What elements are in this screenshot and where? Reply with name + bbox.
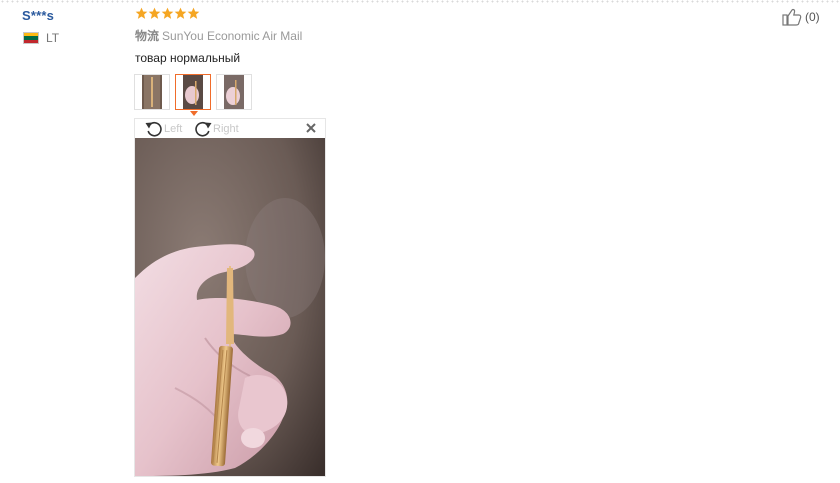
star-icon [161, 7, 174, 19]
star-rating [135, 7, 200, 20]
helpful-button[interactable]: (0) [782, 8, 820, 26]
thumbs-up-icon [782, 8, 802, 26]
logistics-value: SunYou Economic Air Mail [162, 29, 303, 43]
photo-thumbnail-image [142, 75, 162, 109]
rotate-left-button[interactable]: Left [144, 120, 182, 137]
rotate-right-label: Right [213, 122, 239, 135]
photo-viewer-toolbar: Left Right [135, 119, 325, 138]
photo-thumbnail[interactable] [134, 74, 170, 110]
rotate-right-button[interactable]: Right [193, 120, 239, 137]
star-icon [148, 7, 161, 19]
photo-thumbnails [134, 74, 257, 116]
logistics-info: 物流 SunYou Economic Air Mail [135, 27, 302, 44]
star-icon [187, 7, 200, 19]
review-photo [135, 138, 325, 476]
photo-thumbnail[interactable] [216, 74, 252, 110]
rotate-left-label: Left [164, 122, 183, 135]
reviewer-name: S***s [22, 8, 55, 23]
star-icon [174, 7, 187, 19]
logistics-label: 物流 [135, 29, 160, 43]
reviewer-country: LT [23, 31, 59, 45]
top-divider [0, 0, 840, 3]
country-code: LT [46, 31, 60, 45]
star-icon [135, 7, 148, 19]
photo-thumbnail-image [183, 75, 203, 109]
helpful-count: (0) [805, 10, 820, 24]
photo-thumbnail-image [224, 75, 244, 109]
lithuania-flag-icon [23, 32, 39, 44]
rotate-right-icon [195, 121, 212, 137]
rotate-left-icon [145, 121, 162, 137]
photo-viewer: Left Right [134, 118, 326, 477]
review-text: товар нормальный [135, 51, 241, 65]
photo-thumbnail-selected[interactable] [175, 74, 211, 116]
close-icon[interactable] [305, 122, 317, 134]
